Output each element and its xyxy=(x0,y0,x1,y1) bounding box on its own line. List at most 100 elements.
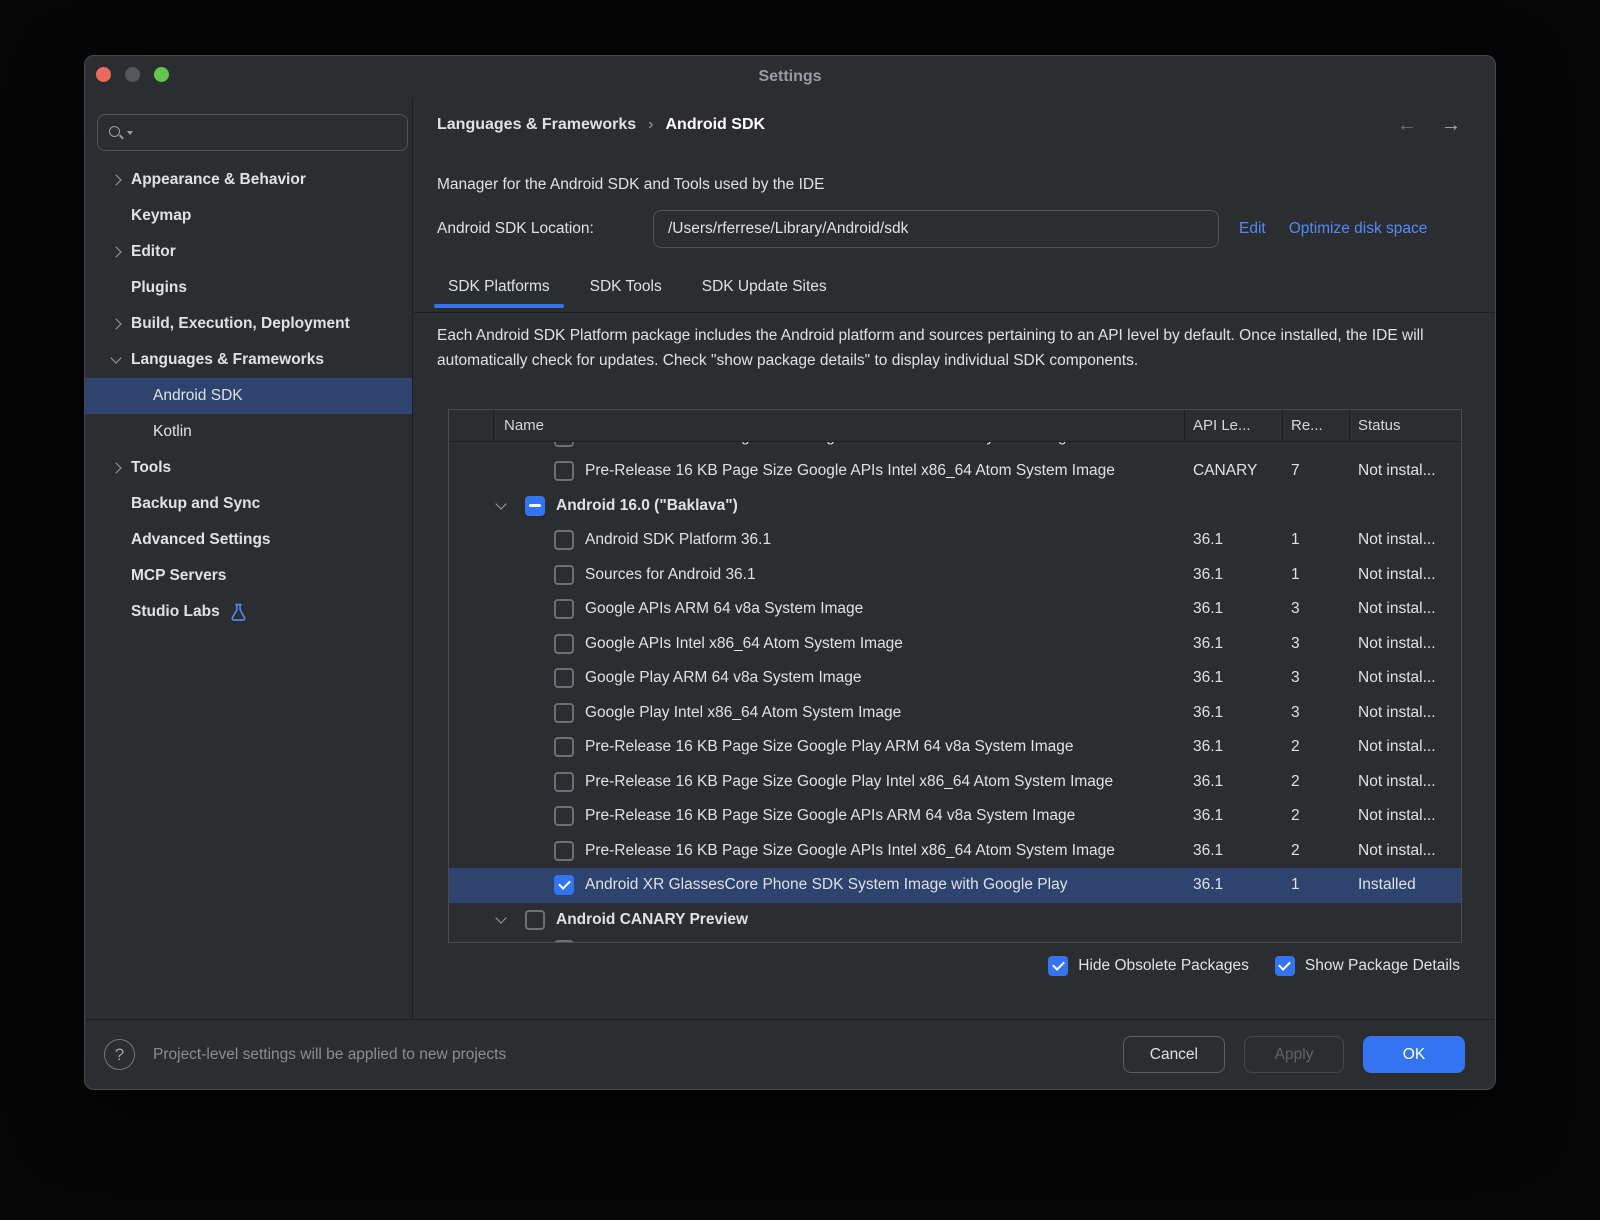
optimize-disk-space-link[interactable]: Optimize disk space xyxy=(1289,220,1428,238)
column-header-status[interactable]: Status xyxy=(1350,410,1461,441)
sidebar-item-tools[interactable]: Tools xyxy=(85,450,412,486)
package-checkbox-indeterminate[interactable] xyxy=(525,496,545,516)
tab-sdk-update-sites[interactable]: SDK Update Sites xyxy=(688,266,841,308)
sidebar-item-plugins[interactable]: Plugins xyxy=(85,270,412,306)
package-checkbox-unchecked[interactable] xyxy=(554,806,574,826)
package-name-cell: Pre-Release 16 KB Page Size Google APIs … xyxy=(449,799,1185,834)
sidebar-item-label: Keymap xyxy=(131,207,191,225)
chevron-right-icon[interactable] xyxy=(112,248,131,256)
status-cell: Not instal... xyxy=(1350,462,1461,480)
package-checkbox-unchecked[interactable] xyxy=(554,634,574,654)
ok-button[interactable]: OK xyxy=(1363,1036,1465,1073)
search-input[interactable] xyxy=(139,123,399,142)
package-checkbox-checked[interactable] xyxy=(554,875,574,895)
table-row[interactable]: Pre-Release 16 KB Page Size Google APIs … xyxy=(449,799,1461,834)
package-checkbox-unchecked[interactable] xyxy=(554,703,574,723)
table-row[interactable]: Sources for Android 36.136.11Not instal.… xyxy=(449,558,1461,593)
tab-sdk-platforms[interactable]: SDK Platforms xyxy=(434,266,564,308)
settings-nav: Appearance & Behavior Keymap EditorPlugins… xyxy=(85,162,412,630)
apply-button[interactable]: Apply xyxy=(1244,1036,1344,1073)
settings-search-box[interactable] xyxy=(97,114,408,151)
sidebar-item-mcp-servers[interactable]: MCP Servers xyxy=(85,558,412,594)
checkbox-hide-obsolete-packages[interactable] xyxy=(1048,956,1068,976)
checkbox-show-package-details[interactable] xyxy=(1275,956,1295,976)
back-arrow-icon[interactable]: ← xyxy=(1397,114,1417,137)
column-header-api-le[interactable]: API Le... xyxy=(1185,410,1283,441)
table-row[interactable]: Android SDK Platform 36.136.11Not instal… xyxy=(449,523,1461,558)
flask-icon xyxy=(230,603,247,622)
package-checkbox-unchecked[interactable] xyxy=(554,442,574,447)
package-name: Google APIs Intel x86_64 Atom System Ima… xyxy=(585,635,903,653)
search-options-caret-icon[interactable] xyxy=(127,131,133,135)
api-level-cell: 36.1 xyxy=(1185,669,1283,687)
zoom-window-button[interactable] xyxy=(154,67,169,82)
partially-visible-row xyxy=(449,937,1461,943)
table-body: Pre-Release 16 KB Page Size Google APIs … xyxy=(449,442,1461,943)
table-row[interactable] xyxy=(449,937,1461,943)
revision-cell: 3 xyxy=(1283,635,1350,653)
api-level-cell: 36.1 xyxy=(1185,531,1283,549)
cancel-button[interactable]: Cancel xyxy=(1123,1036,1225,1073)
sidebar-item-kotlin[interactable]: Kotlin xyxy=(85,414,412,450)
window-title: Settings xyxy=(85,56,1495,98)
sdk-location-input[interactable] xyxy=(653,210,1219,248)
tab-sdk-tools[interactable]: SDK Tools xyxy=(576,266,676,308)
minimize-window-button[interactable] xyxy=(125,67,140,82)
package-name-cell: Android 16.0 ("Baklava") xyxy=(449,489,1185,524)
breadcrumb-item[interactable]: Languages & Frameworks xyxy=(437,116,636,134)
table-row[interactable]: Google Play Intel x86_64 Atom System Ima… xyxy=(449,696,1461,731)
table-row[interactable]: Pre-Release 16 KB Page Size Google APIs … xyxy=(449,834,1461,869)
table-row[interactable]: Pre-Release 16 KB Page Size Google APIs … xyxy=(449,442,1461,454)
package-checkbox-unchecked[interactable] xyxy=(525,910,545,930)
chevron-right-icon[interactable] xyxy=(112,464,131,472)
table-row[interactable]: Android XR GlassesCore Phone SDK System … xyxy=(449,868,1461,903)
sidebar-item-label: Studio Labs xyxy=(131,603,220,621)
package-checkbox-unchecked[interactable] xyxy=(554,530,574,550)
package-name-cell xyxy=(449,937,1185,943)
table-header: NameAPI Le...Re...Status xyxy=(449,410,1461,442)
sidebar-item-appearance-behavior[interactable]: Appearance & Behavior xyxy=(85,162,412,198)
package-checkbox-unchecked[interactable] xyxy=(554,772,574,792)
chevron-down-icon[interactable] xyxy=(497,504,525,508)
column-header-name[interactable]: Name xyxy=(494,410,1185,441)
sidebar-item-languages-frameworks[interactable]: Languages & Frameworks xyxy=(85,342,412,378)
help-icon[interactable]: ? xyxy=(104,1039,135,1070)
sidebar-item-keymap[interactable]: Keymap xyxy=(85,198,412,234)
sidebar-item-build-execution-deployment[interactable]: Build, Execution, Deployment xyxy=(85,306,412,342)
table-row[interactable]: Pre-Release 16 KB Page Size Google Play … xyxy=(449,765,1461,800)
sidebar-item-studio-labs[interactable]: Studio Labs xyxy=(85,594,412,630)
package-checkbox-unchecked[interactable] xyxy=(554,940,574,943)
chevron-down-icon[interactable] xyxy=(112,358,131,362)
sidebar-item-editor[interactable]: Editor xyxy=(85,234,412,270)
column-header-checkbox xyxy=(449,410,494,441)
table-row[interactable]: Google APIs Intel x86_64 Atom System Ima… xyxy=(449,627,1461,662)
package-checkbox-unchecked[interactable] xyxy=(554,841,574,861)
breadcrumb-item[interactable]: Android SDK xyxy=(666,116,766,134)
option-hide-obsolete-packages[interactable]: Hide Obsolete Packages xyxy=(1048,956,1249,976)
package-checkbox-unchecked[interactable] xyxy=(554,737,574,757)
chevron-right-icon[interactable] xyxy=(112,176,131,184)
sidebar-item-backup-and-sync[interactable]: Backup and Sync xyxy=(85,486,412,522)
table-row[interactable]: Pre-Release 16 KB Page Size Google Play … xyxy=(449,730,1461,765)
edit-link[interactable]: Edit xyxy=(1239,220,1266,238)
package-checkbox-unchecked[interactable] xyxy=(554,599,574,619)
column-header-re[interactable]: Re... xyxy=(1283,410,1350,441)
forward-arrow-icon[interactable]: → xyxy=(1441,114,1461,137)
chevron-down-icon[interactable] xyxy=(497,918,525,922)
breadcrumb: Languages & Frameworks›Android SDK xyxy=(437,116,765,134)
table-row[interactable]: Android 16.0 ("Baklava") xyxy=(449,489,1461,524)
package-checkbox-unchecked[interactable] xyxy=(554,565,574,585)
close-window-button[interactable] xyxy=(96,67,111,82)
table-row[interactable]: Google APIs ARM 64 v8a System Image36.13… xyxy=(449,592,1461,627)
table-row[interactable]: Google Play ARM 64 v8a System Image36.13… xyxy=(449,661,1461,696)
option-show-package-details[interactable]: Show Package Details xyxy=(1275,956,1460,976)
partially-visible-row: Pre-Release 16 KB Page Size Google APIs … xyxy=(449,442,1461,454)
package-checkbox-unchecked[interactable] xyxy=(554,668,574,688)
table-row[interactable]: Pre-Release 16 KB Page Size Google APIs … xyxy=(449,454,1461,489)
table-row[interactable]: Android CANARY Preview xyxy=(449,903,1461,938)
package-name: Android CANARY Preview xyxy=(556,911,748,929)
package-checkbox-unchecked[interactable] xyxy=(554,461,574,481)
sidebar-item-android-sdk[interactable]: Android SDK xyxy=(85,378,412,414)
sidebar-item-advanced-settings[interactable]: Advanced Settings xyxy=(85,522,412,558)
chevron-right-icon[interactable] xyxy=(112,320,131,328)
